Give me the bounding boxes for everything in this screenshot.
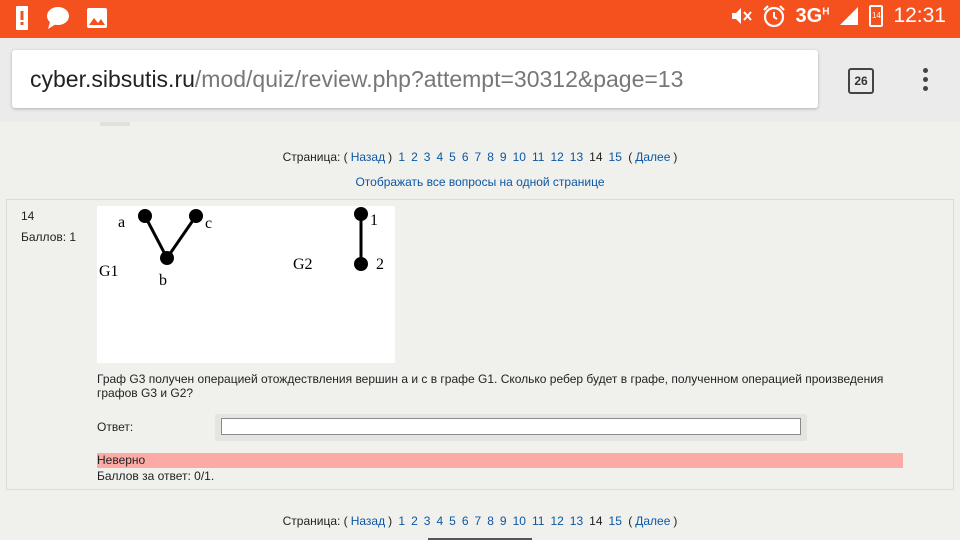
mute-icon (731, 8, 752, 24)
next-link[interactable]: Далее (635, 150, 670, 164)
pagination-bottom: Страница: (Назад) 1 2 3 4 5 6 7 8 9 10 11 12 13 14 15 … (282, 514, 678, 528)
paren: ( (628, 150, 633, 164)
graph-node (189, 209, 203, 223)
page-link-11[interactable]: 11 (532, 514, 544, 528)
page-link-7[interactable]: 7 (475, 150, 482, 164)
battery-icon: 14 (869, 5, 884, 27)
battery-level: 14 (871, 11, 881, 20)
page-link-5[interactable]: 5 (449, 514, 456, 528)
question-info: 14 Баллов: 1 (21, 206, 76, 248)
answer-input[interactable] (221, 418, 801, 435)
browser-toolbar: cyber.sibsutis.ru/mod/quiz/review.php?at… (0, 38, 960, 122)
paren: ) (673, 514, 678, 528)
question-card: 14 Баллов: 1 a b c G1 G2 1 2 Граф G3 пол… (6, 199, 954, 490)
current-page: 14 (589, 514, 603, 528)
page-links: 1 2 3 4 5 6 7 8 9 10 11 12 13 14 15 (395, 150, 624, 164)
node-label-1: 1 (370, 212, 378, 229)
page-link-4[interactable]: 4 (436, 514, 443, 528)
notification-icons (14, 6, 108, 30)
answer-label: Ответ: (97, 420, 134, 434)
page-link-1[interactable]: 1 (398, 150, 405, 164)
page-link-6[interactable]: 6 (462, 514, 469, 528)
pagination-top: Страница: (Назад) 1 2 3 4 5 6 7 8 9 10 11 12 13 14 15 … (282, 150, 678, 164)
overflow-menu-icon[interactable] (918, 66, 932, 96)
system-status: 3GH 14 12:31 (730, 4, 946, 28)
page-link-6[interactable]: 6 (462, 150, 469, 164)
previous-content-edge (0, 122, 960, 126)
page-link-2[interactable]: 2 (411, 514, 418, 528)
page-links: 1 2 3 4 5 6 7 8 9 10 11 12 13 14 15 (395, 514, 624, 528)
page-link-13[interactable]: 13 (570, 150, 583, 164)
prev-link[interactable]: Назад (351, 150, 385, 164)
page-link-1[interactable]: 1 (398, 514, 405, 528)
question-text: Граф G3 получен операцией отождествления… (97, 372, 884, 400)
paren: ( (628, 514, 633, 528)
page-link-15[interactable]: 15 (609, 514, 622, 528)
page-link-13[interactable]: 13 (570, 514, 583, 528)
page-link-9[interactable]: 9 (500, 514, 507, 528)
alert-icon (16, 6, 28, 30)
image-icon (87, 8, 107, 28)
graph-image: a b c G1 G2 1 2 (97, 206, 395, 363)
graph-node (138, 209, 152, 223)
prev-link[interactable]: Назад (351, 514, 385, 528)
page-link-12[interactable]: 12 (550, 514, 563, 528)
page-link-3[interactable]: 3 (424, 150, 431, 164)
page-link-12[interactable]: 12 (550, 150, 563, 164)
page-link-4[interactable]: 4 (436, 150, 443, 164)
graph-figure: a b c G1 G2 1 2 (99, 207, 384, 289)
page-link-8[interactable]: 8 (487, 514, 494, 528)
graph-node (354, 257, 368, 271)
graph-node (160, 251, 174, 265)
page-link-11[interactable]: 11 (532, 150, 544, 164)
signal-icon (840, 7, 859, 25)
url-path: /mod/quiz/review.php?attempt=30312&page=… (194, 66, 684, 92)
node-label-2: 2 (376, 256, 384, 273)
grade-text: Баллов за ответ: 0/1. (97, 469, 215, 483)
paren: ) (673, 150, 678, 164)
graph-label-g1: G1 (99, 263, 119, 280)
next-link[interactable]: Далее (635, 514, 670, 528)
status-bar: 3GH 14 12:31 (0, 0, 960, 38)
pager-label: Страница: ( (282, 514, 348, 528)
tab-switcher-button[interactable]: 26 (848, 68, 874, 94)
page-link-8[interactable]: 8 (487, 150, 494, 164)
page-link-10[interactable]: 10 (513, 150, 526, 164)
current-page: 14 (589, 150, 603, 164)
page-content: Страница: (Назад) 1 2 3 4 5 6 7 8 9 10 11 12 13 14 15 … (0, 122, 960, 540)
graph-node (354, 207, 368, 221)
chat-icon (47, 7, 69, 29)
alarm-icon (762, 5, 785, 28)
page-link-10[interactable]: 10 (513, 514, 526, 528)
answer-field-wrapper (215, 414, 807, 441)
page-link-2[interactable]: 2 (411, 150, 418, 164)
url-host: cyber.sibsutis.ru (30, 66, 195, 92)
pager-label: Страница: ( (282, 150, 348, 164)
url-bar[interactable]: cyber.sibsutis.ru/mod/quiz/review.php?at… (12, 50, 818, 108)
node-label-b: b (159, 272, 167, 289)
page-link-5[interactable]: 5 (449, 150, 456, 164)
page-link-9[interactable]: 9 (500, 150, 507, 164)
show-all-link[interactable]: Отображать все вопросы на одной странице (0, 175, 960, 189)
page-link-7[interactable]: 7 (475, 514, 482, 528)
network-indicator: 3GH (795, 4, 830, 27)
page-link-3[interactable]: 3 (424, 514, 431, 528)
question-number: 14 (21, 209, 35, 223)
graph-label-g2: G2 (293, 256, 313, 273)
feedback-incorrect: Неверно (97, 453, 903, 468)
node-label-a: a (118, 214, 125, 231)
clock: 12:31 (893, 4, 946, 27)
question-points: Баллов: 1 (21, 230, 77, 244)
page-link-15[interactable]: 15 (609, 150, 622, 164)
node-label-c: c (205, 215, 212, 232)
